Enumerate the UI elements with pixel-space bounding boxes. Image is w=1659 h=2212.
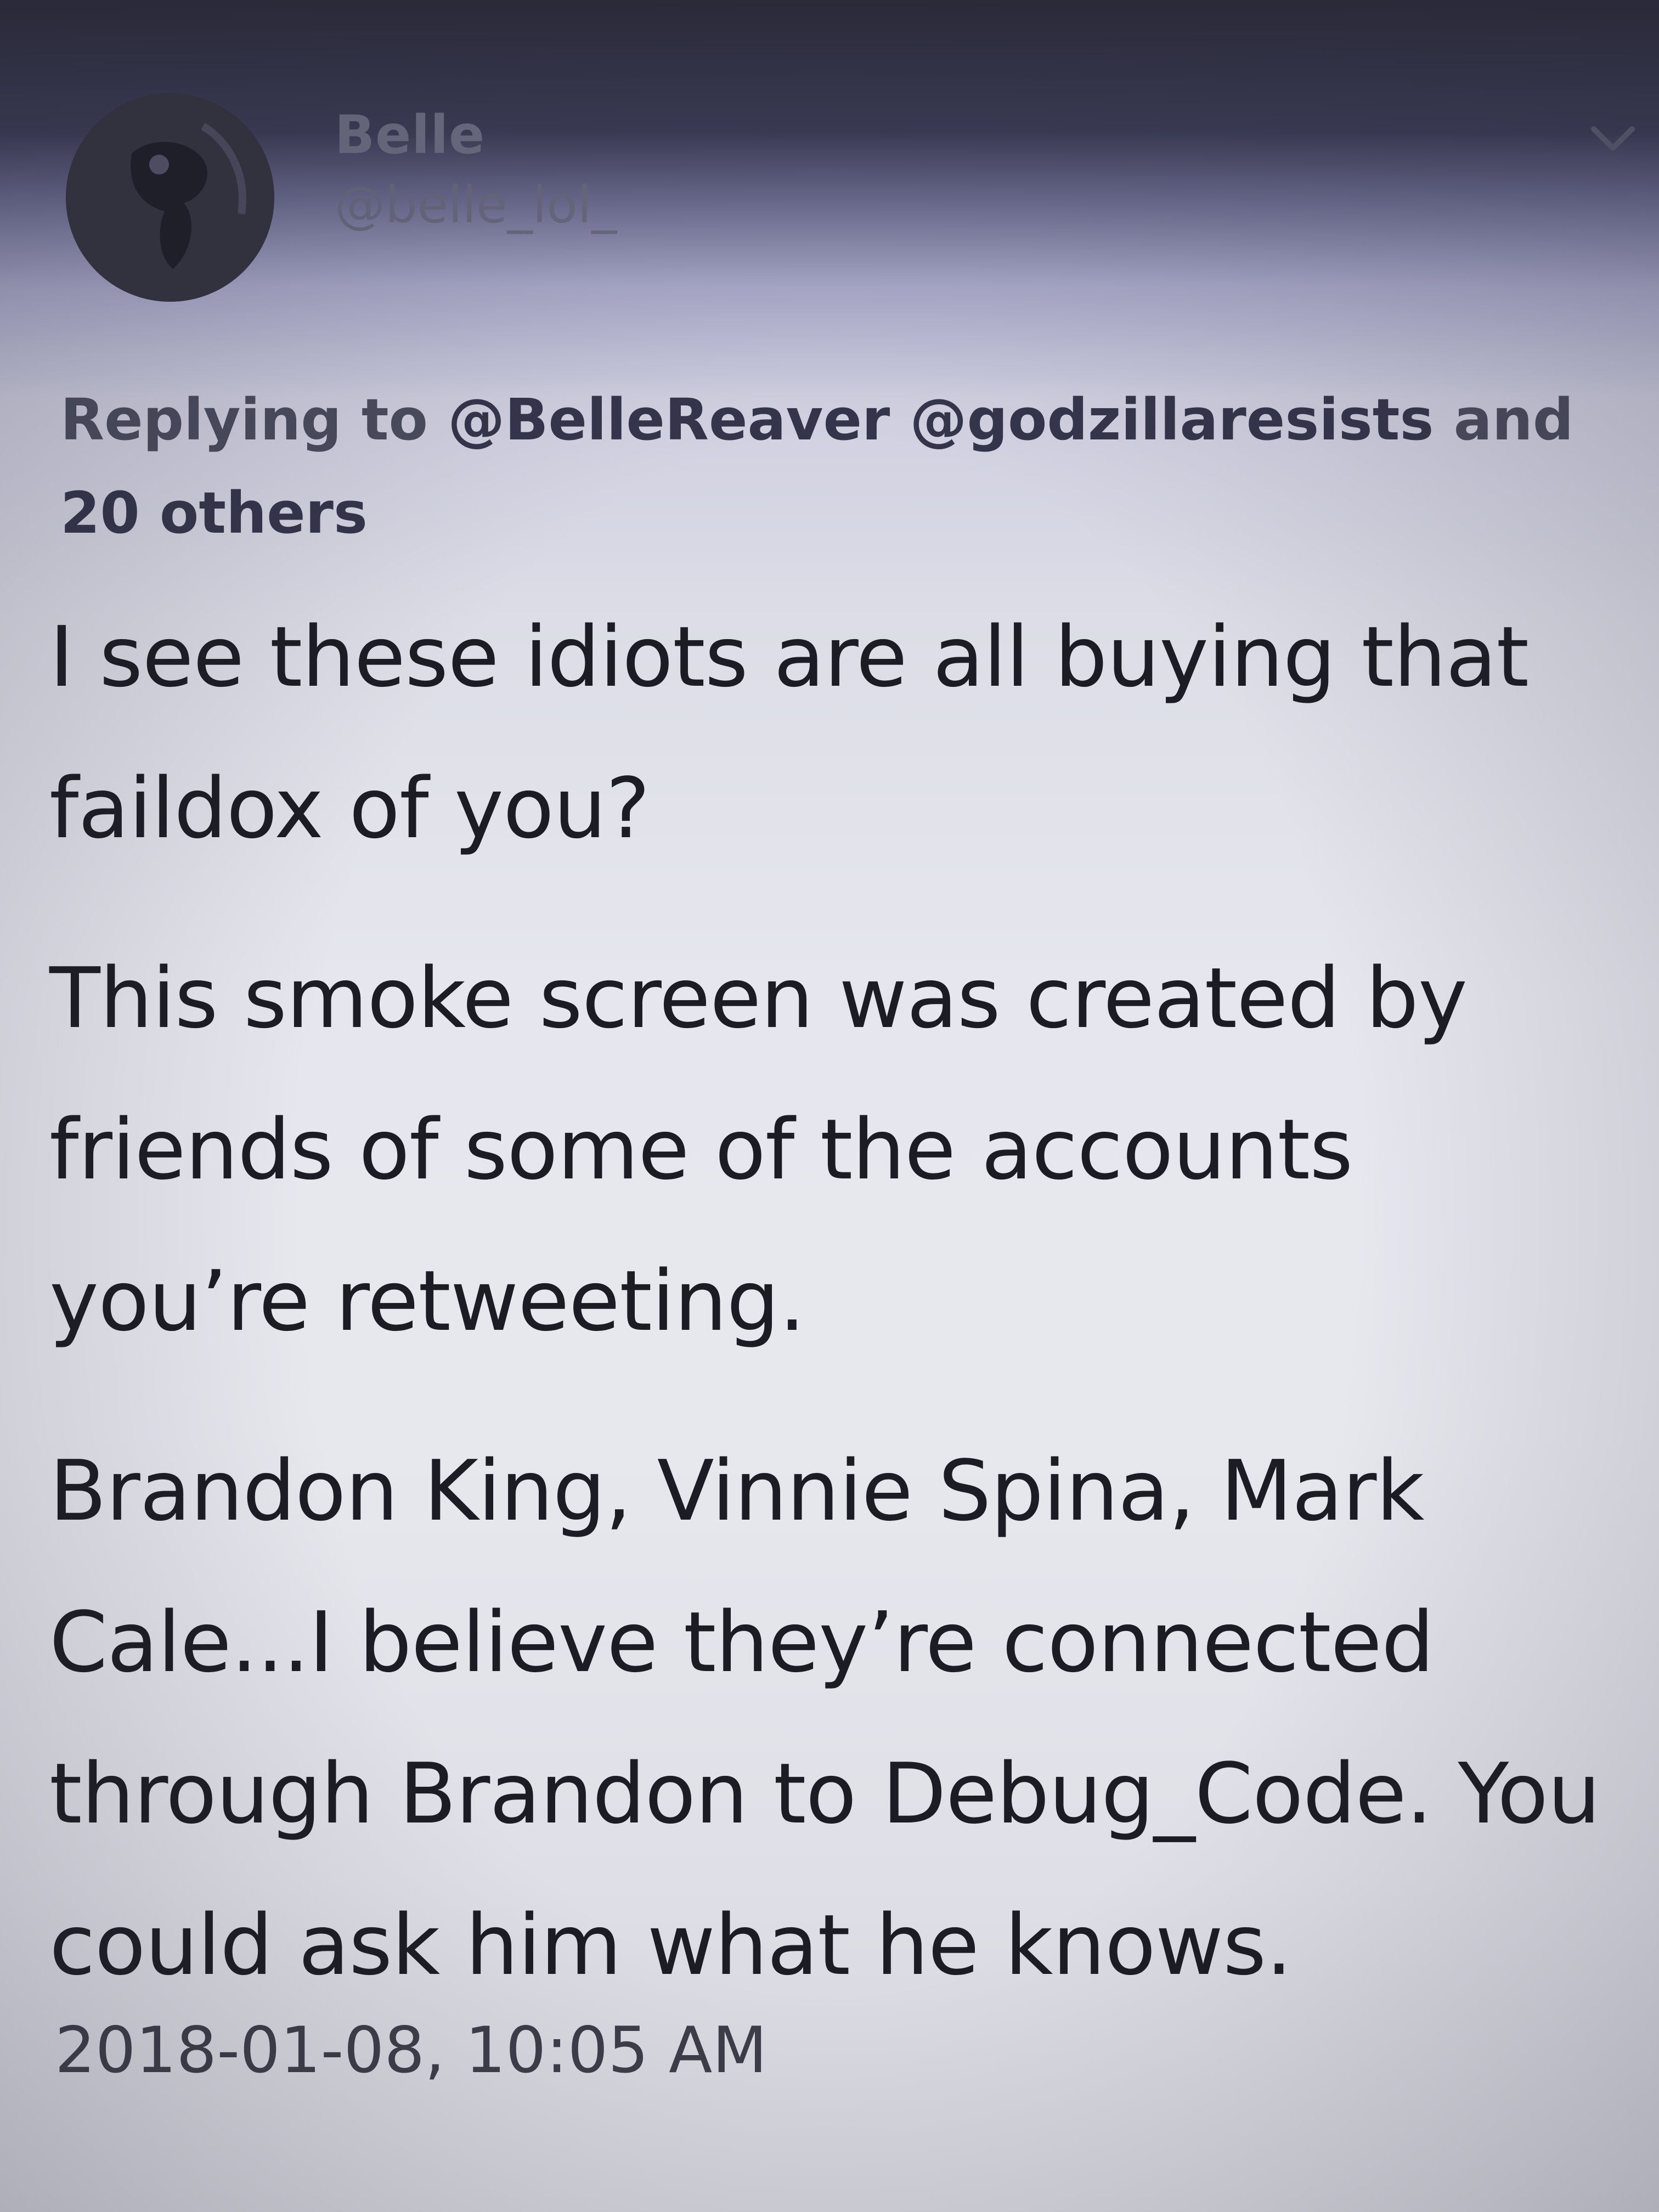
tweet-header: Belle @belle_lol_ bbox=[66, 82, 1635, 302]
tweet-paragraph: This smoke screen was created by friends… bbox=[49, 950, 1468, 1350]
author-handle[interactable]: @belle_lol_ bbox=[335, 176, 617, 234]
reply-handle-link[interactable]: @BelleReaver bbox=[448, 386, 890, 453]
chevron-down-icon[interactable] bbox=[1580, 104, 1646, 170]
reply-context: Replying to @BelleReaver @godzillaresist… bbox=[60, 373, 1613, 560]
tweet-body: I see these idiots are all buying that f… bbox=[49, 582, 1629, 2059]
tweet-paragraph: Brandon King, Vinnie Spina, Mark Cale...… bbox=[49, 1442, 1600, 1994]
tweet-timestamp[interactable]: 2018-01-08, 10:05 AM bbox=[55, 2013, 768, 2087]
reply-others-link[interactable]: 20 others bbox=[60, 479, 368, 546]
avatar-image bbox=[66, 93, 274, 302]
reply-prefix: Replying to bbox=[60, 386, 428, 453]
tweet-paragraph: I see these idiots are all buying that f… bbox=[49, 608, 1529, 857]
avatar[interactable] bbox=[66, 93, 274, 302]
reply-and-label: and bbox=[1453, 386, 1574, 453]
reply-handle-link[interactable]: @godzillaresists bbox=[910, 386, 1434, 453]
author-display-name[interactable]: Belle bbox=[335, 104, 485, 166]
